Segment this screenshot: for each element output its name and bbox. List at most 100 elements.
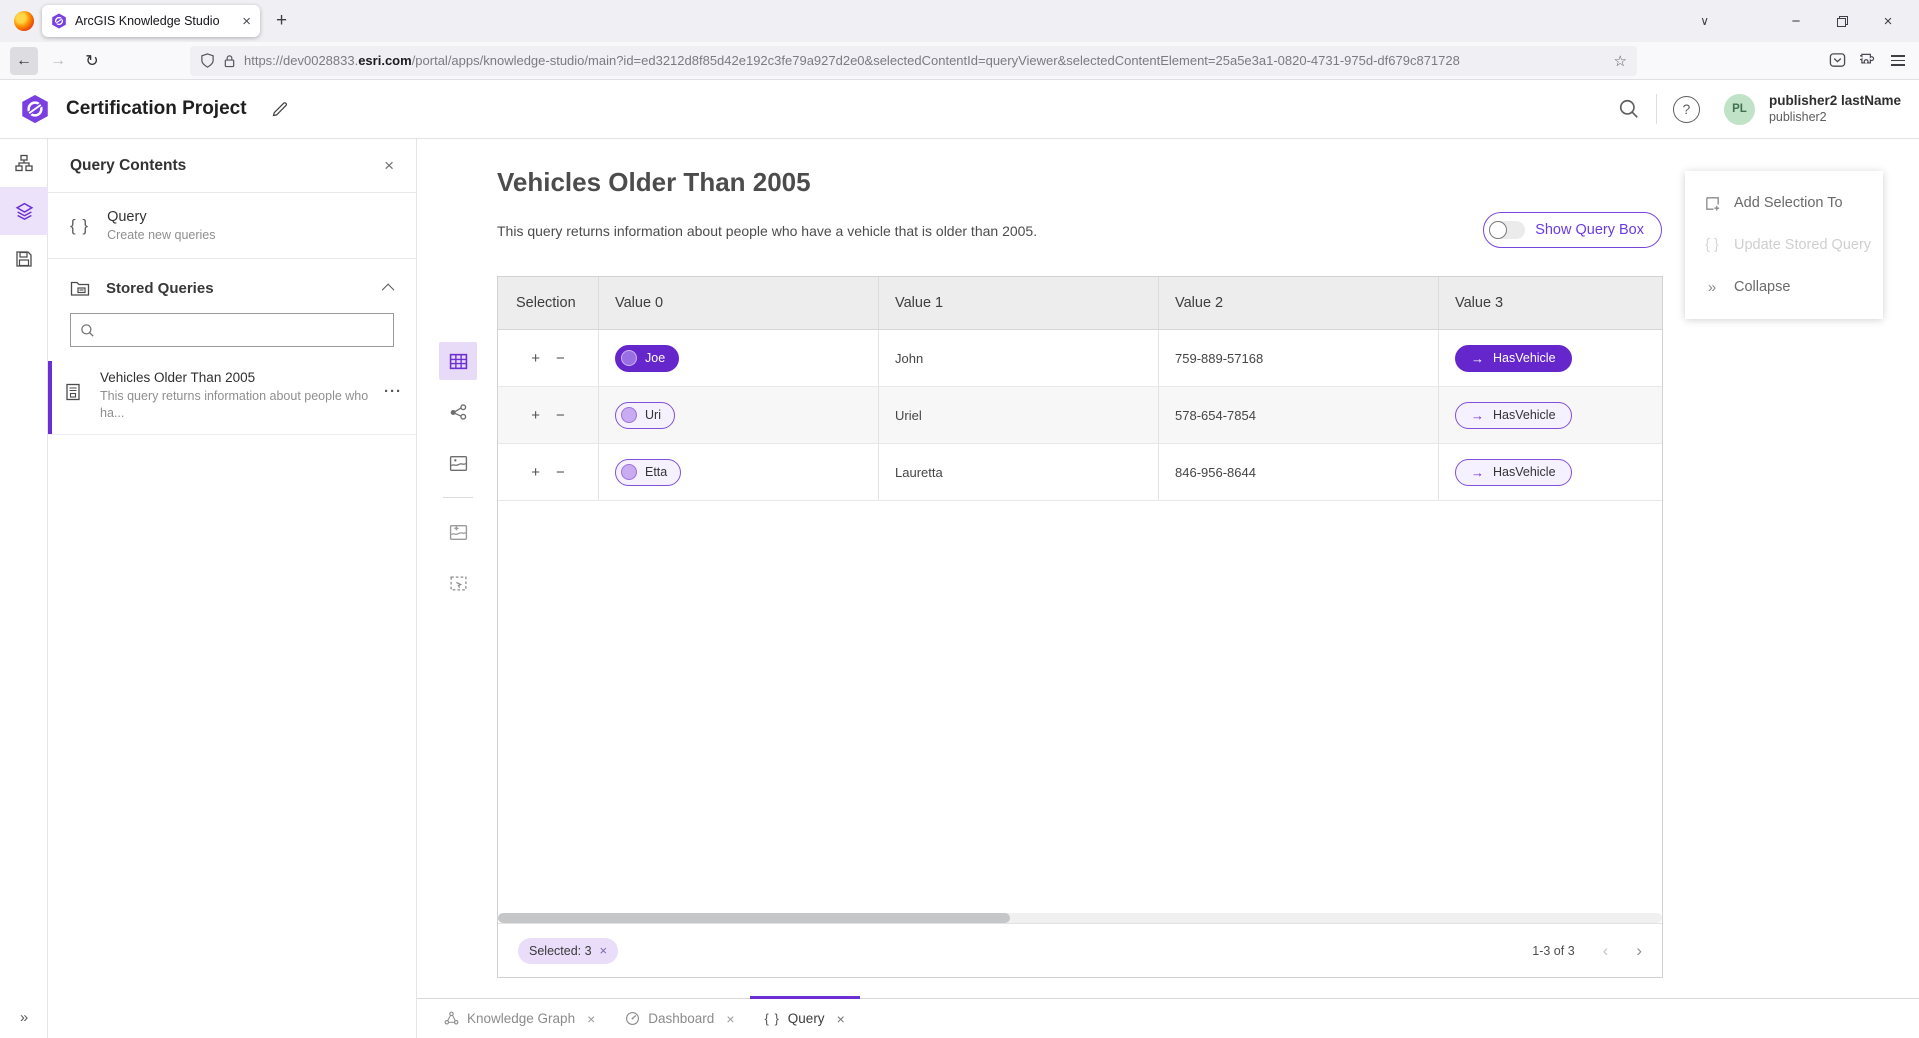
url-text[interactable]: https://dev0028833.esri.com/portal/apps/…: [244, 53, 1606, 68]
view-toolbar: [439, 342, 477, 615]
pocket-save-icon[interactable]: [1829, 52, 1846, 69]
new-map-icon[interactable]: [439, 513, 477, 551]
show-query-box-toggle[interactable]: Show Query Box: [1483, 212, 1662, 248]
value2-cell: 759-889-57168: [1159, 330, 1439, 386]
tab-close-icon[interactable]: ×: [242, 14, 251, 29]
entity-cell: Joe: [599, 330, 879, 386]
menu-hamburger-icon[interactable]: [1891, 55, 1905, 66]
item-options-icon[interactable]: ···: [384, 383, 402, 400]
url-bar[interactable]: https://dev0028833.esri.com/portal/apps/…: [190, 46, 1637, 76]
app-header-right: ? PL publisher2 lastName publisher2: [1618, 93, 1901, 126]
relationship-pill[interactable]: →HasVehicle: [1455, 459, 1572, 486]
select-area-icon[interactable]: [439, 564, 477, 602]
save-icon[interactable]: [0, 235, 48, 283]
selected-count-label: Selected: 3: [529, 944, 592, 958]
back-button[interactable]: ←: [10, 47, 38, 75]
sitemap-icon[interactable]: [0, 139, 48, 187]
column-header: Value 1: [879, 277, 1159, 329]
next-page-icon[interactable]: ›: [1636, 942, 1642, 959]
selected-count-chip[interactable]: Selected: 3 ×: [518, 938, 618, 964]
column-header: Value 3: [1439, 277, 1662, 329]
query-result-description: This query returns information about peo…: [497, 223, 1037, 239]
horizontal-scrollbar[interactable]: [498, 913, 1662, 923]
tab-close-icon[interactable]: ×: [837, 1011, 845, 1027]
previous-page-icon[interactable]: ‹: [1603, 942, 1609, 959]
map-view-icon[interactable]: [439, 444, 477, 482]
extensions-puzzle-icon[interactable]: [1860, 52, 1877, 69]
relationship-cell: →HasVehicle: [1439, 387, 1662, 443]
minimize-button[interactable]: −: [1773, 4, 1819, 38]
entity-cell: Etta: [599, 444, 879, 500]
entity-pill[interactable]: Etta: [615, 459, 681, 486]
search-icon[interactable]: [1618, 98, 1640, 120]
entity-dot-icon: [621, 407, 637, 423]
expand-selection-button[interactable]: +: [531, 350, 540, 367]
new-query-item[interactable]: { } Query Create new queries: [48, 193, 416, 259]
expand-selection-button[interactable]: +: [531, 407, 540, 424]
expand-selection-button[interactable]: +: [531, 464, 540, 481]
tab-label: Query: [788, 1011, 825, 1026]
edit-pencil-icon[interactable]: [271, 100, 289, 118]
new-tab-button[interactable]: +: [276, 10, 287, 32]
toggle-track[interactable]: [1489, 221, 1525, 239]
entity-pill[interactable]: Joe: [615, 345, 679, 372]
table-row: + − Uri Uriel 578-654-7854 →HasVehicle: [498, 387, 1662, 444]
tab-query[interactable]: { } Query ×: [750, 999, 860, 1038]
arrow-right-icon: →: [1471, 408, 1484, 423]
table-empty-space: [498, 501, 1662, 913]
clear-selection-icon[interactable]: ×: [600, 943, 608, 958]
stored-queries-header[interactable]: Stored Queries: [48, 259, 416, 311]
stored-queries-search[interactable]: [70, 313, 394, 347]
toolbar-divider: [443, 497, 473, 498]
forward-button[interactable]: →: [44, 47, 72, 75]
menu-item-add-selection-to[interactable]: Add Selection To: [1685, 182, 1883, 224]
link-chart-icon[interactable]: [439, 393, 477, 431]
value2-cell: 578-654-7854: [1159, 387, 1439, 443]
remove-selection-button[interactable]: −: [556, 464, 565, 481]
tab-knowledge-graph[interactable]: Knowledge Graph ×: [429, 999, 610, 1038]
table-view-icon[interactable]: [439, 342, 477, 380]
value1-cell: Lauretta: [879, 444, 1159, 500]
chevron-up-icon[interactable]: [382, 283, 395, 296]
menu-item-update-stored-query: { } Update Stored Query: [1685, 224, 1883, 266]
browser-tab[interactable]: ArcGIS Knowledge Studio ×: [42, 5, 260, 37]
relationship-pill[interactable]: →HasVehicle: [1455, 402, 1572, 429]
selected-indicator: [48, 361, 52, 434]
panel-close-icon[interactable]: ×: [384, 156, 394, 176]
bookmark-star-icon[interactable]: ☆: [1614, 52, 1627, 70]
window-close-button[interactable]: ×: [1865, 4, 1911, 38]
tab-close-icon[interactable]: ×: [726, 1011, 734, 1027]
remove-selection-button[interactable]: −: [556, 350, 565, 367]
query-contents-panel: Query Contents × { } Query Create new qu…: [48, 139, 417, 1038]
user-avatar[interactable]: PL: [1724, 94, 1755, 125]
expand-rail-icon[interactable]: »: [0, 1009, 48, 1026]
reload-button[interactable]: ↻: [78, 47, 106, 75]
url-domain: esri.com: [358, 53, 411, 68]
scrollbar-thumb[interactable]: [498, 913, 1010, 923]
column-header: Value 0: [599, 277, 879, 329]
lock-icon[interactable]: [223, 54, 236, 68]
browser-tab-strip: ArcGIS Knowledge Studio × + ∨ − ×: [0, 0, 1919, 42]
pagination: 1-3 of 3 ‹ ›: [1532, 942, 1642, 959]
entity-pill[interactable]: Uri: [615, 402, 675, 429]
help-icon[interactable]: ?: [1673, 96, 1700, 123]
relationship-pill[interactable]: →HasVehicle: [1455, 345, 1572, 372]
query-result-title: Vehicles Older Than 2005: [497, 167, 811, 198]
show-query-box-label: Show Query Box: [1535, 222, 1644, 238]
remove-selection-button[interactable]: −: [556, 407, 565, 424]
layers-icon[interactable]: [0, 187, 48, 235]
restore-button[interactable]: [1819, 4, 1865, 38]
search-input[interactable]: [102, 323, 384, 338]
firefox-logo-icon[interactable]: [14, 11, 34, 31]
shield-icon[interactable]: [200, 53, 215, 68]
table-footer: Selected: 3 × 1-3 of 3 ‹ ›: [498, 923, 1662, 977]
stored-query-item[interactable]: Vehicles Older Than 2005 This query retu…: [48, 361, 416, 435]
toggle-knob: [1489, 221, 1507, 239]
user-info[interactable]: publisher2 lastName publisher2: [1769, 93, 1901, 126]
menu-item-collapse[interactable]: » Collapse: [1685, 266, 1883, 308]
search-icon: [80, 323, 95, 338]
tab-dashboard[interactable]: Dashboard ×: [610, 999, 749, 1038]
entity-dot-icon: [621, 464, 637, 480]
list-all-tabs-icon[interactable]: ∨: [1700, 14, 1709, 28]
tab-close-icon[interactable]: ×: [587, 1011, 595, 1027]
